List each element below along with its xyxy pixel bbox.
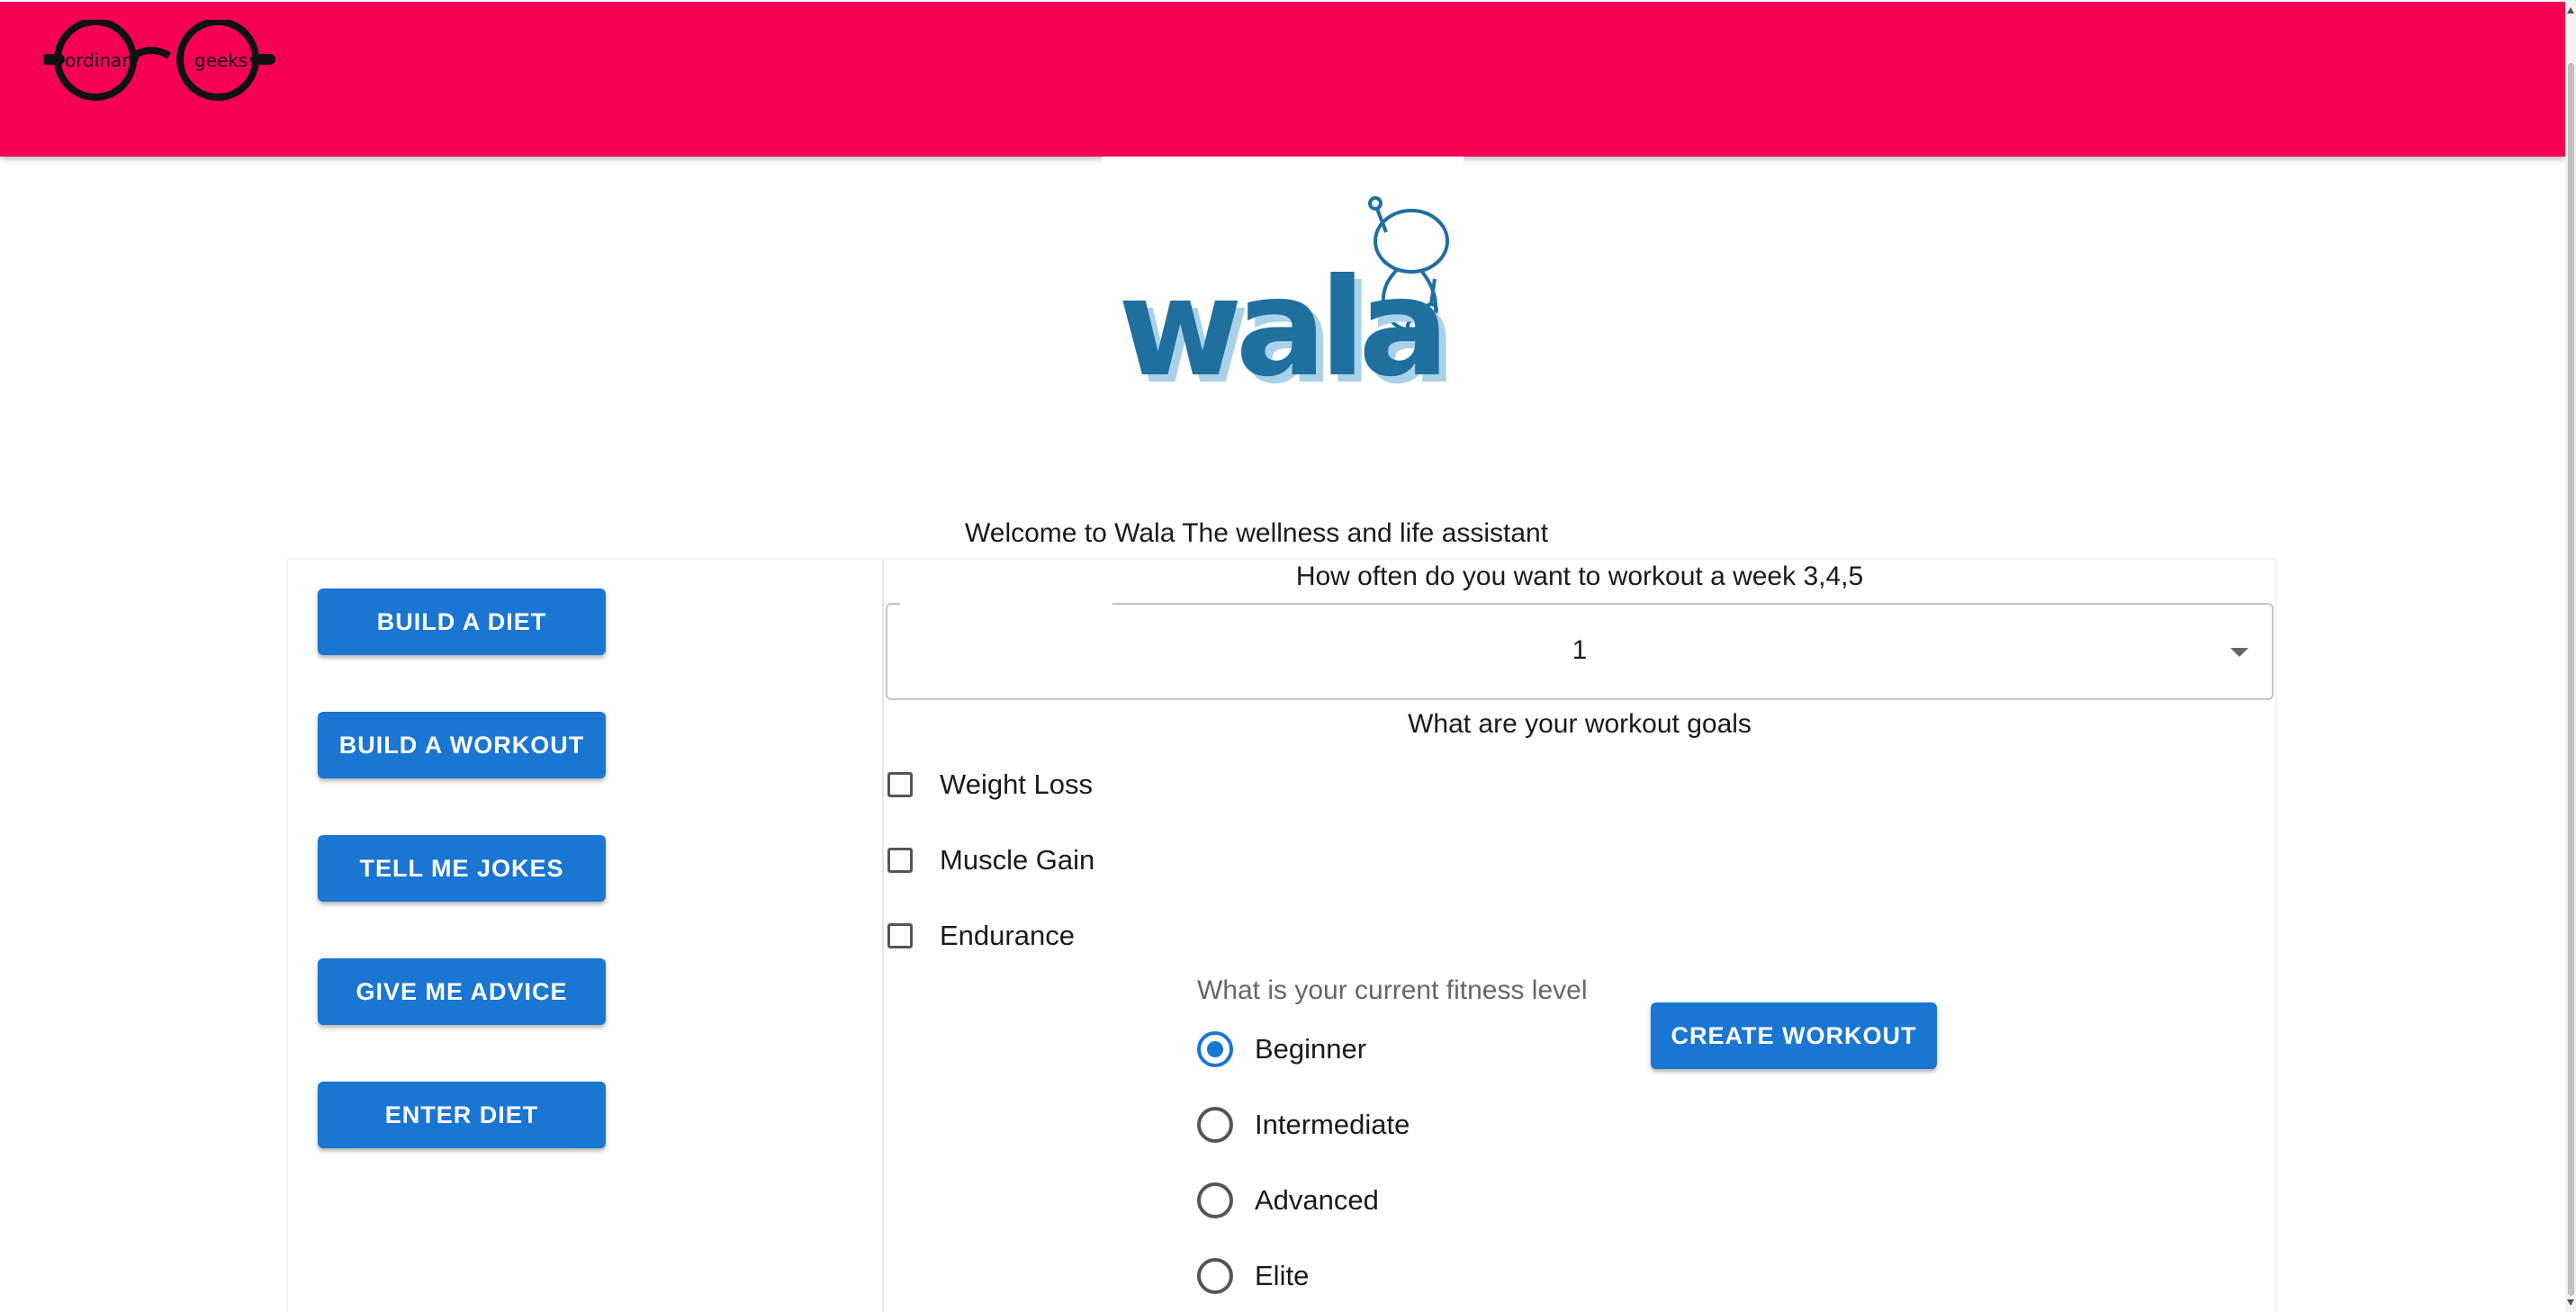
tell-jokes-button[interactable]: TELL ME JOKES	[318, 835, 606, 902]
checkbox-muscle-gain[interactable]	[887, 848, 913, 873]
radio-label: Beginner	[1255, 1033, 1367, 1065]
fitness-level-elite[interactable]: Elite	[1197, 1256, 1309, 1296]
radio-intermediate[interactable]	[1197, 1107, 1233, 1143]
checkbox-weight-loss[interactable]	[887, 772, 913, 797]
enter-diet-button[interactable]: ENTER DIET	[318, 1082, 606, 1148]
logo-text-ordinary: ordinary	[65, 49, 140, 71]
frequency-label: How often do you want to workout a week …	[1295, 562, 1864, 591]
build-diet-button[interactable]: BUILD A DIET	[318, 589, 606, 655]
frequency-select[interactable]: 1	[886, 602, 2274, 700]
create-workout-button[interactable]: CREATE WORKOUT	[1651, 1002, 1937, 1069]
radio-label: Advanced	[1255, 1184, 1379, 1216]
radio-advanced[interactable]	[1197, 1182, 1233, 1218]
workout-form: How often do you want to workout a week …	[884, 560, 2275, 1312]
scrollbar-thumb[interactable]	[2568, 63, 2574, 1296]
wala-logo: wala wala	[1118, 196, 1456, 396]
action-sidebar: BUILD A DIET BUILD A WORKOUT TELL ME JOK…	[288, 560, 882, 1312]
goal-label: Endurance	[940, 920, 1075, 951]
radio-label: Elite	[1255, 1260, 1310, 1291]
scroll-down-arrow-icon[interactable]	[2567, 1299, 2574, 1306]
fitness-level-advanced[interactable]: Advanced	[1197, 1181, 1379, 1220]
select-notch	[900, 602, 1112, 607]
fitness-level-intermediate[interactable]: Intermediate	[1197, 1105, 1410, 1145]
goal-endurance[interactable]: Endurance	[887, 918, 1075, 954]
goal-muscle-gain[interactable]: Muscle Gain	[887, 842, 1094, 878]
build-workout-button[interactable]: BUILD A WORKOUT	[318, 712, 606, 778]
ordinary-geeks-glasses-icon[interactable]: ordinary geeks	[43, 20, 277, 106]
fitness-level-label: What is your current fitness level	[1197, 975, 1588, 1005]
top-app-bar: ordinary geeks	[0, 2, 2565, 157]
logo-text: wala	[1118, 250, 1442, 396]
radio-beginner[interactable]	[1197, 1031, 1233, 1067]
give-advice-button[interactable]: GIVE ME ADVICE	[318, 958, 606, 1025]
logo-text-geeks: geeks	[194, 49, 248, 71]
goal-label: Muscle Gain	[940, 844, 1095, 876]
fitness-level-beginner[interactable]: Beginner	[1197, 1029, 1366, 1069]
goal-label: Weight Loss	[940, 768, 1094, 800]
goals-label: What are your workout goals	[1408, 709, 1752, 739]
radio-label: Intermediate	[1255, 1109, 1410, 1140]
goal-weight-loss[interactable]: Weight Loss	[887, 767, 1093, 803]
checkbox-endurance[interactable]	[887, 923, 913, 948]
frequency-select-value: 1	[1572, 635, 1588, 665]
chevron-down-icon[interactable]	[2230, 648, 2248, 657]
welcome-text: Welcome to Wala The wellness and life as…	[965, 518, 1549, 548]
radio-elite[interactable]	[1197, 1258, 1233, 1294]
scroll-up-arrow-icon[interactable]	[2567, 7, 2574, 13]
